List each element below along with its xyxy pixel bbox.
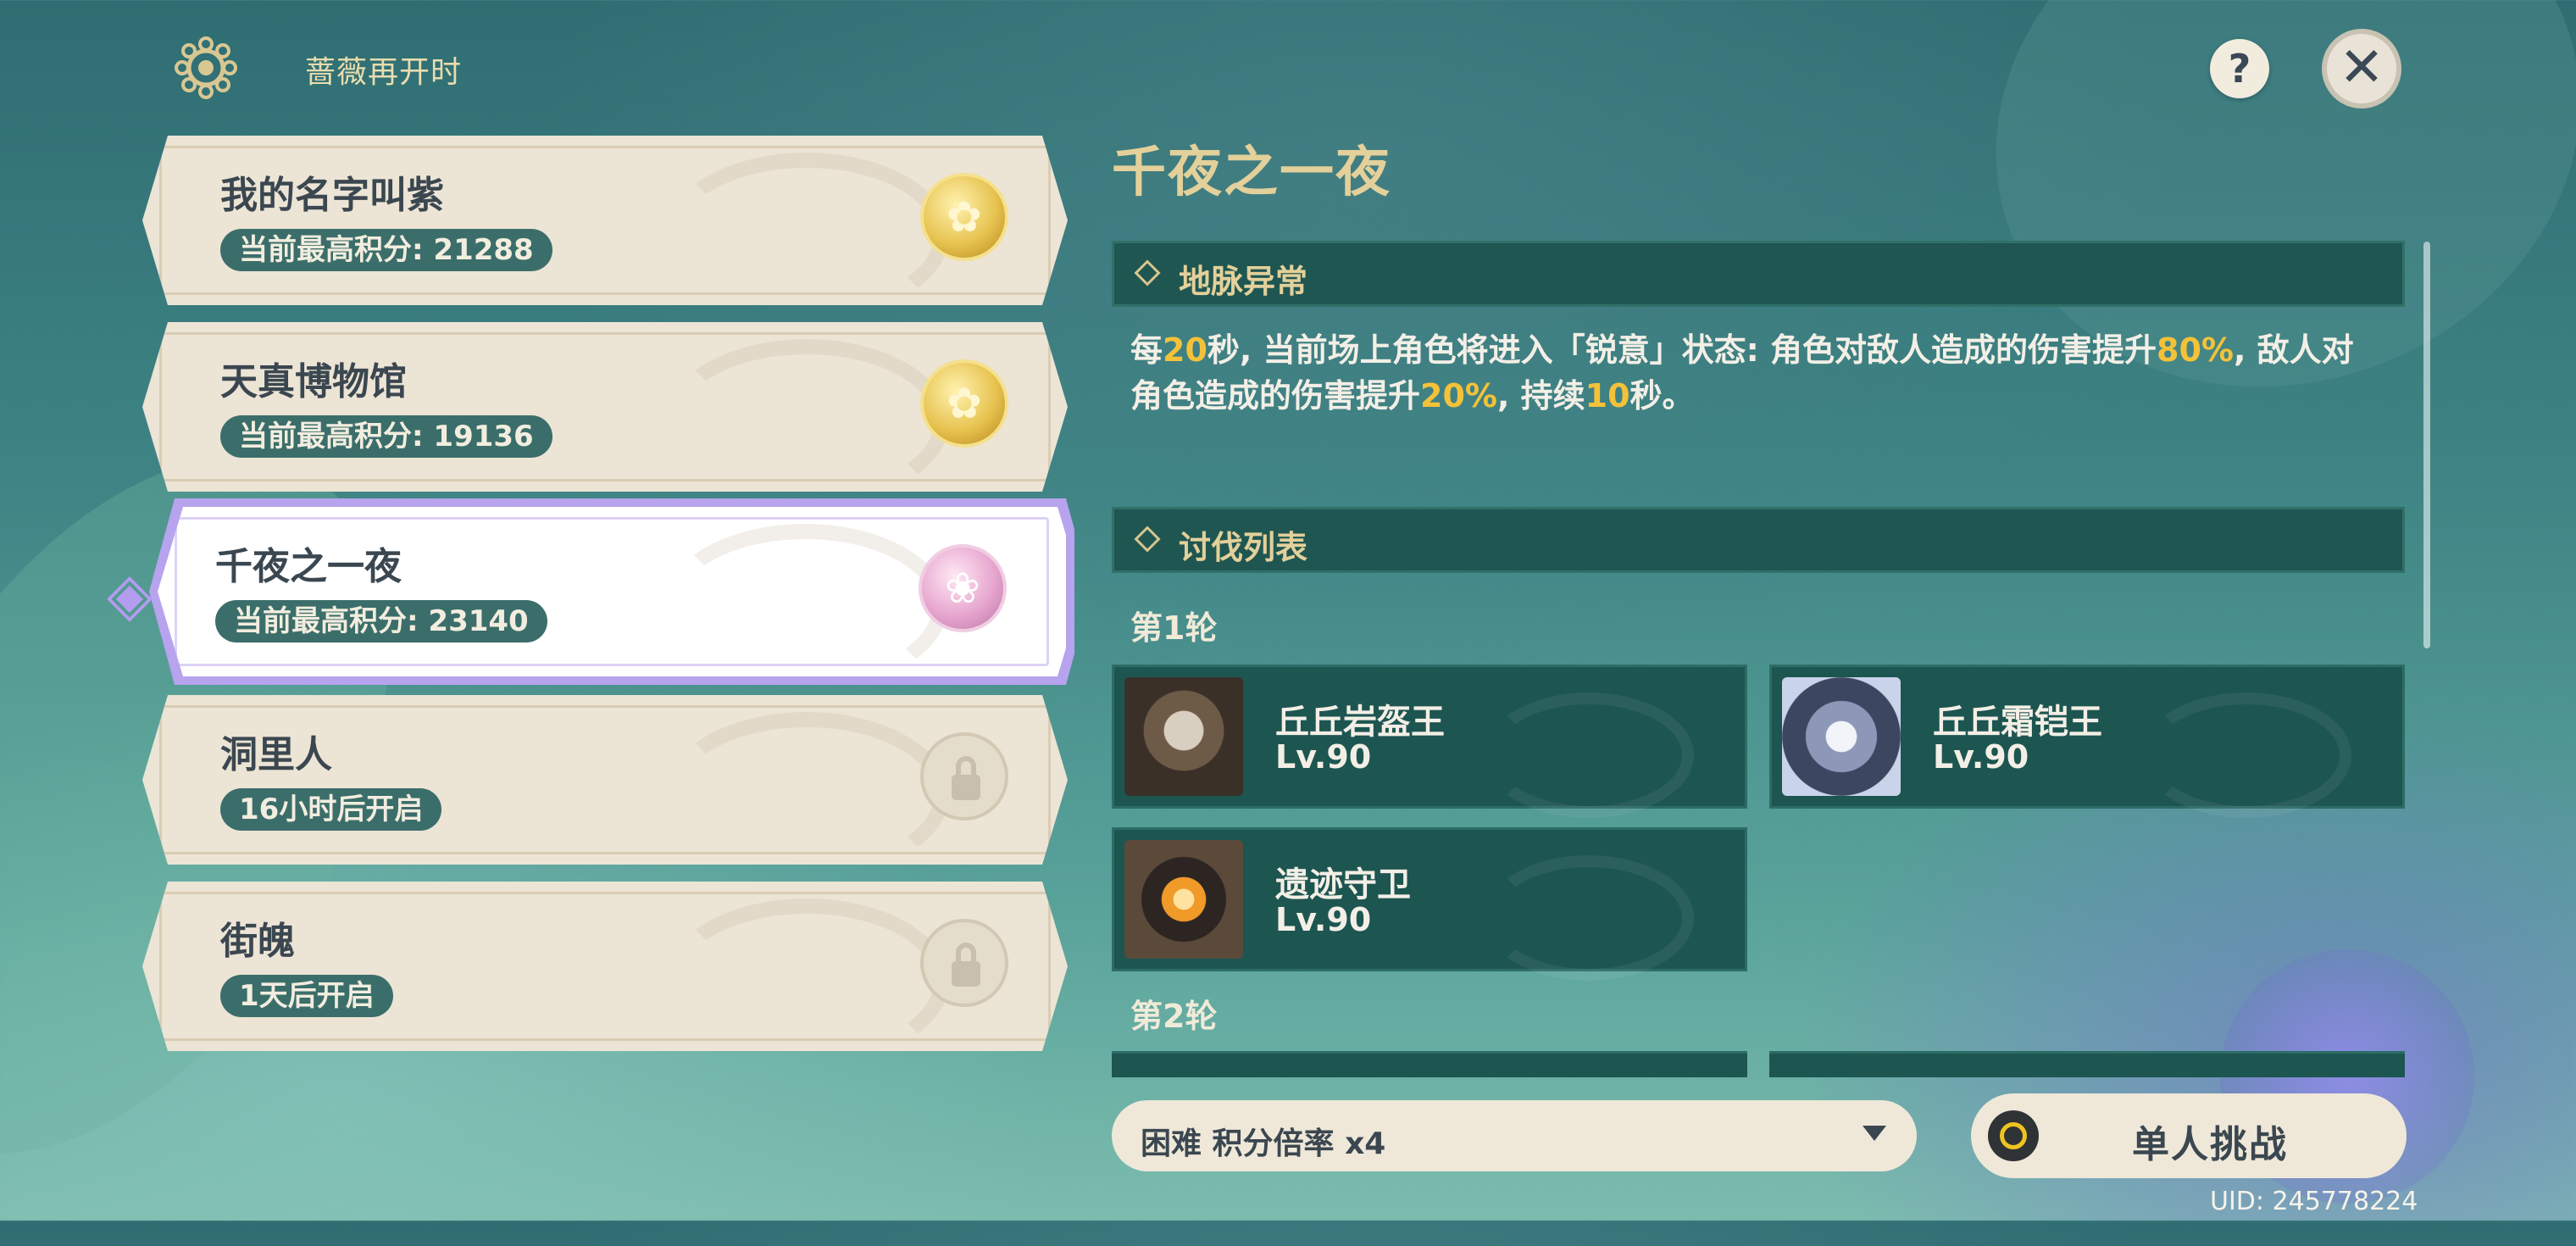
challenge-card[interactable]: 我的名字叫紫 当前最高积分: 21288 ✿ <box>142 136 1068 319</box>
enemy-level: Lv.90 <box>1275 901 1372 938</box>
difficulty-dropdown[interactable]: 困难 积分倍率 x4 <box>1112 1100 1917 1171</box>
challenge-unlock-badge: 1天后开启 <box>220 975 393 1017</box>
ley-line-section-header: 地脉异常 <box>1112 241 2405 307</box>
challenge-score-badge: 当前最高积分: 23140 <box>215 600 547 642</box>
enemy-name: 遗迹守卫 <box>1275 865 1411 904</box>
chevron-down-icon <box>1863 1126 1886 1141</box>
challenge-card[interactable]: 天真博物馆 当前最高积分: 19136 ✿ <box>142 322 1068 505</box>
challenge-score-badge: 当前最高积分: 19136 <box>220 415 552 458</box>
scrollbar[interactable] <box>2423 242 2430 648</box>
event-title: 蔷薇再开时 <box>305 55 463 90</box>
ruin-guard-icon <box>1124 840 1243 959</box>
enemy-card[interactable]: 遗迹守卫 Lv.90 <box>1112 827 1747 981</box>
pink-medal-icon: ❀ <box>919 544 1007 632</box>
round-label: 第1轮 <box>1130 609 1218 647</box>
rose-emblem-icon <box>175 36 237 99</box>
panel-title: 千夜之一夜 <box>1112 142 1391 204</box>
difficulty-label: 困难 积分倍率 x4 <box>1141 1126 1386 1161</box>
challenge-button-label: 单人挑战 <box>2132 1123 2288 1166</box>
challenge-name: 洞里人 <box>220 733 332 776</box>
challenge-name: 我的名字叫紫 <box>220 174 444 217</box>
enemy-name: 丘丘霜铠王 <box>1933 703 2102 742</box>
challenge-card-selected[interactable]: 千夜之一夜 当前最高积分: 23140 ❀ <box>149 498 1074 690</box>
gold-medal-icon: ✿ <box>920 173 1008 261</box>
gold-medal-icon: ✿ <box>920 359 1008 448</box>
challenge-unlock-badge: 16小时后开启 <box>220 788 442 831</box>
rock-shieldwall-mitachurl-icon <box>1124 677 1243 796</box>
enemy-card[interactable]: 丘丘霜铠王 Lv.90 <box>1769 665 2405 818</box>
enemy-card-partial[interactable] <box>1769 1051 2405 1077</box>
help-button[interactable]: ? <box>2210 39 2269 98</box>
challenge-name: 街魄 <box>220 920 295 963</box>
challenge-name: 千夜之一夜 <box>215 545 402 588</box>
ley-line-description: 每20秒, 当前场上角色将进入「锐意」状态: 角色对敌人造成的伤害提升80%, … <box>1130 331 2354 414</box>
enemy-name: 丘丘岩盔王 <box>1275 703 1445 742</box>
challenge-card-locked[interactable]: 洞里人 16小时后开启 <box>142 695 1068 878</box>
section-label: 地脉异常 <box>1179 263 1308 300</box>
enemy-level: Lv.90 <box>1933 738 2029 776</box>
diamond-icon <box>1134 259 1161 286</box>
confirm-circle-icon <box>1988 1110 2039 1161</box>
close-button[interactable]: ✕ <box>2322 29 2401 108</box>
solo-challenge-button[interactable]: 单人挑战 <box>1971 1093 2407 1178</box>
lock-icon <box>920 919 1008 1007</box>
frostarm-lawachurl-icon <box>1782 677 1901 796</box>
enemy-card[interactable]: 丘丘岩盔王 Lv.90 <box>1112 665 1747 818</box>
section-label: 讨伐列表 <box>1179 529 1308 566</box>
diamond-icon <box>1134 526 1161 553</box>
challenge-card-locked[interactable]: 街魄 1天后开启 <box>142 882 1068 1065</box>
round-label: 第2轮 <box>1130 998 1218 1035</box>
challenge-score-badge: 当前最高积分: 21288 <box>220 229 552 271</box>
enemy-level: Lv.90 <box>1275 738 1372 776</box>
lock-icon <box>920 732 1008 820</box>
enemy-card-partial[interactable] <box>1112 1051 1747 1077</box>
enemy-list-section-header: 讨伐列表 <box>1112 507 2405 573</box>
selection-arrow-icon: ◈ <box>107 559 153 629</box>
uid-label: UID: 245778224 <box>2210 1187 2418 1216</box>
challenge-name: 天真博物馆 <box>220 360 407 403</box>
